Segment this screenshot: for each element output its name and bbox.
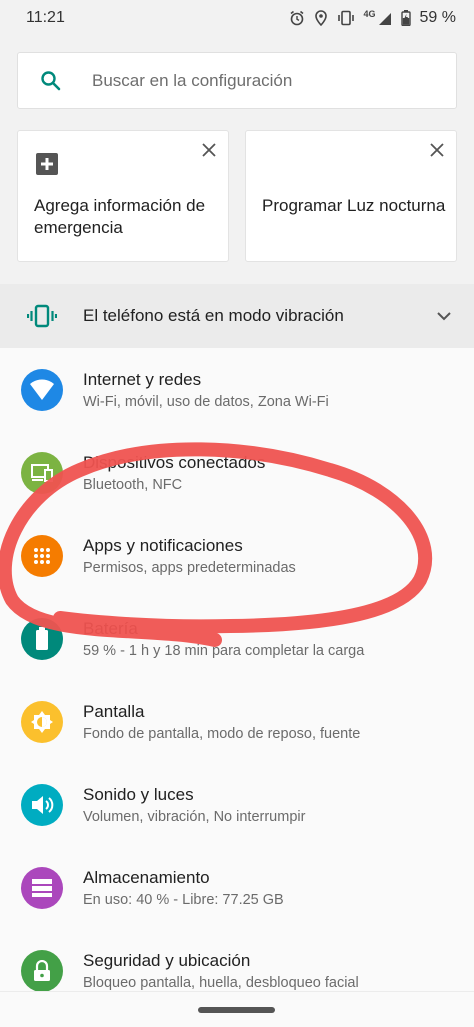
close-icon[interactable] [202, 143, 216, 162]
vibrate-icon [337, 10, 355, 26]
suggestion-card-night-light[interactable]: Programar Luz nocturna [245, 130, 457, 262]
item-subtitle: Fondo de pantalla, modo de reposo, fuent… [83, 725, 361, 742]
search-icon [18, 69, 84, 93]
item-subtitle: 59 % - 1 h y 18 min para completar la ca… [83, 642, 365, 659]
alarm-icon [289, 10, 305, 26]
item-title: Seguridad y ubicación [83, 950, 251, 970]
status-icons: 4G 59 % [289, 9, 456, 27]
condition-label: El teléfono está en modo vibración [83, 306, 344, 325]
item-title: Pantalla [83, 701, 145, 721]
apps-icon [20, 534, 63, 577]
suggestion-label: Agrega información de emergencia [34, 196, 206, 237]
item-subtitle: Wi-Fi, móvil, uso de datos, Zona Wi-Fi [83, 393, 329, 410]
vibrate-icon [0, 303, 83, 329]
item-subtitle: Bloqueo pantalla, huella, desbloqueo fac… [83, 974, 359, 991]
network-type: 4G [363, 9, 376, 19]
devices-icon [20, 451, 63, 494]
battery-percent: 59 % [419, 9, 456, 26]
item-title: Batería [83, 618, 138, 638]
settings-list: Internet y redes Wi-Fi, móvil, uso de da… [0, 348, 474, 991]
item-title: Apps y notificaciones [83, 535, 243, 555]
moon-icon [264, 153, 286, 180]
settings-item-devices[interactable]: Dispositivos conectados Bluetooth, NFC [0, 431, 474, 514]
settings-item-storage[interactable]: Almacenamiento En uso: 40 % - Libre: 77.… [0, 846, 474, 929]
settings-item-sound[interactable]: Sonido y luces Volumen, vibración, No in… [0, 763, 474, 846]
brightness-icon [20, 700, 63, 743]
home-gesture-pill[interactable] [198, 1007, 275, 1013]
item-subtitle: Volumen, vibración, No interrumpir [83, 808, 306, 825]
suggestion-card-emergency[interactable]: Agrega información de emergencia [17, 130, 229, 262]
status-bar: 11:21 4G 59 % [0, 0, 474, 36]
settings-item-apps[interactable]: Apps y notificaciones Permisos, apps pre… [0, 514, 474, 597]
navigation-bar [0, 991, 474, 1027]
status-time: 11:21 [26, 9, 65, 26]
signal-icon: 4G [363, 9, 392, 26]
settings-item-security[interactable]: Seguridad y ubicación Bloqueo pantalla, … [0, 929, 474, 991]
chevron-down-icon[interactable] [414, 311, 474, 321]
wifi-icon [20, 368, 63, 411]
item-title: Dispositivos conectados [83, 452, 266, 472]
battery-icon [400, 10, 411, 26]
settings-item-network[interactable]: Internet y redes Wi-Fi, móvil, uso de da… [0, 348, 474, 431]
battery-icon [20, 617, 63, 660]
item-title: Almacenamiento [83, 867, 210, 887]
condition-vibrate[interactable]: El teléfono está en modo vibración [0, 284, 474, 348]
item-title: Sonido y luces [83, 784, 194, 804]
volume-icon [20, 783, 63, 826]
search-input[interactable]: Buscar en la configuración [84, 71, 292, 91]
plus-box-icon [36, 153, 58, 180]
item-subtitle: Bluetooth, NFC [83, 476, 183, 493]
storage-icon [20, 866, 63, 909]
item-subtitle: En uso: 40 % - Libre: 77.25 GB [83, 891, 284, 908]
close-icon[interactable] [430, 143, 444, 162]
item-title: Internet y redes [83, 369, 202, 389]
lock-icon [20, 949, 63, 991]
suggestion-label: Programar Luz nocturna [262, 196, 446, 215]
item-subtitle: Permisos, apps predeterminadas [83, 559, 296, 576]
settings-item-battery[interactable]: Batería 59 % - 1 h y 18 min para complet… [0, 597, 474, 680]
search-bar[interactable]: Buscar en la configuración [17, 52, 457, 109]
settings-item-display[interactable]: Pantalla Fondo de pantalla, modo de repo… [0, 680, 474, 763]
location-icon [314, 10, 328, 26]
